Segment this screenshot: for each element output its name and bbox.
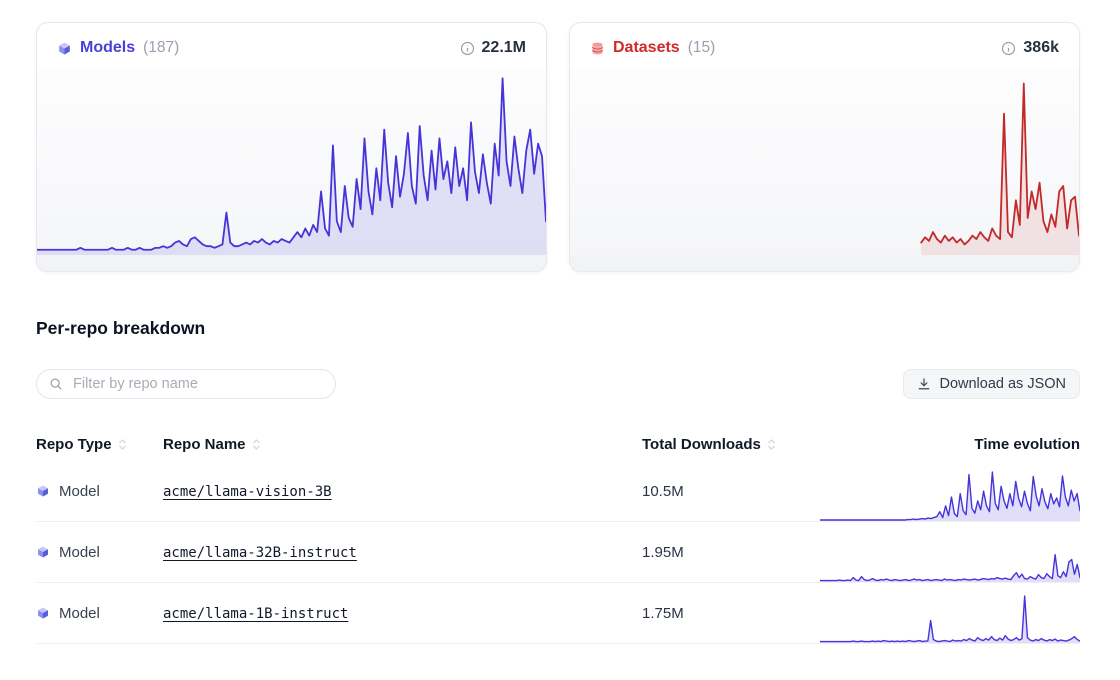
per-repo-breakdown-title: Per-repo breakdown xyxy=(36,318,1080,339)
repo-type-cell: Model xyxy=(36,544,163,561)
sort-icon xyxy=(252,438,261,451)
datasets-card-header: Datasets (15) 386k xyxy=(570,23,1079,67)
table-row: Model acme/llama-32B-instruct 1.95M xyxy=(36,522,1080,583)
repo-type-label: Model xyxy=(59,544,100,561)
models-card-title: Models (187) xyxy=(57,39,179,57)
repo-type-label: Model xyxy=(59,605,100,622)
info-icon[interactable] xyxy=(460,41,475,56)
total-downloads-cell: 1.95M xyxy=(642,544,820,561)
model-cube-icon xyxy=(57,41,72,56)
table-row: Model acme/llama-1B-instruct 1.75M xyxy=(36,583,1080,644)
summary-cards: Models (187) 22.1M xyxy=(36,22,1080,272)
models-label: Models xyxy=(80,39,135,57)
col-header-repo-name[interactable]: Repo Name xyxy=(163,436,642,453)
models-count: (187) xyxy=(143,39,179,57)
repo-link[interactable]: acme/llama-vision-3B xyxy=(163,484,332,500)
repo-name-cell: acme/llama-vision-3B xyxy=(163,483,642,500)
datasets-total: 386k xyxy=(1001,39,1059,57)
download-icon xyxy=(917,377,931,391)
total-downloads-cell: 1.75M xyxy=(642,605,820,622)
model-cube-icon xyxy=(36,545,50,559)
col-header-repo-type[interactable]: Repo Type xyxy=(36,436,163,453)
download-json-button[interactable]: Download as JSON xyxy=(903,369,1080,399)
col-header-time-evolution: Time evolution xyxy=(820,436,1080,453)
datasets-label: Datasets xyxy=(613,39,680,57)
repo-link[interactable]: acme/llama-1B-instruct xyxy=(163,606,348,622)
time-evolution-sparkline[interactable] xyxy=(820,522,1080,582)
datasets-downloads-chart[interactable] xyxy=(570,67,1079,255)
breakdown-toolbar: Download as JSON xyxy=(36,369,1080,399)
sort-icon xyxy=(118,438,127,451)
col-header-total-downloads[interactable]: Total Downloads xyxy=(642,436,820,453)
sort-icon xyxy=(767,438,776,451)
info-icon[interactable] xyxy=(1001,41,1016,56)
repo-type-cell: Model xyxy=(36,483,163,500)
col-label: Total Downloads xyxy=(642,436,761,453)
time-evolution-sparkline[interactable] xyxy=(820,583,1080,643)
repo-name-cell: acme/llama-32B-instruct xyxy=(163,544,642,561)
downloads-dashboard: Models (187) 22.1M xyxy=(0,0,1120,644)
download-json-label: Download as JSON xyxy=(939,376,1066,392)
models-card: Models (187) 22.1M xyxy=(36,22,547,272)
models-card-header: Models (187) 22.1M xyxy=(37,23,546,67)
table-row: Model acme/llama-vision-3B 10.5M xyxy=(36,461,1080,522)
repo-type-cell: Model xyxy=(36,605,163,622)
datasets-count: (15) xyxy=(688,39,716,57)
per-repo-table: Repo Type Repo Name Total Downloads Time… xyxy=(36,427,1080,644)
models-downloads-chart[interactable] xyxy=(37,67,546,255)
repo-filter[interactable] xyxy=(36,369,336,399)
models-total-value: 22.1M xyxy=(482,39,526,57)
repo-type-label: Model xyxy=(59,483,100,500)
datasets-chart-axis-strip xyxy=(570,255,1079,271)
models-chart-axis-strip xyxy=(37,255,546,271)
col-label: Time evolution xyxy=(974,436,1080,453)
search-icon xyxy=(49,377,63,391)
datasets-card: Datasets (15) 386k xyxy=(569,22,1080,272)
repo-filter-input[interactable] xyxy=(71,375,323,393)
repo-link[interactable]: acme/llama-32B-instruct xyxy=(163,545,357,561)
dataset-database-icon xyxy=(590,41,605,56)
model-cube-icon xyxy=(36,606,50,620)
datasets-total-value: 386k xyxy=(1023,39,1059,57)
model-cube-icon xyxy=(36,484,50,498)
models-total: 22.1M xyxy=(460,39,526,57)
repo-name-cell: acme/llama-1B-instruct xyxy=(163,605,642,622)
col-label: Repo Name xyxy=(163,436,246,453)
datasets-card-title: Datasets (15) xyxy=(590,39,715,57)
time-evolution-sparkline[interactable] xyxy=(820,461,1080,521)
total-downloads-cell: 10.5M xyxy=(642,483,820,500)
col-label: Repo Type xyxy=(36,436,112,453)
table-header-row: Repo Type Repo Name Total Downloads Time… xyxy=(36,427,1080,461)
